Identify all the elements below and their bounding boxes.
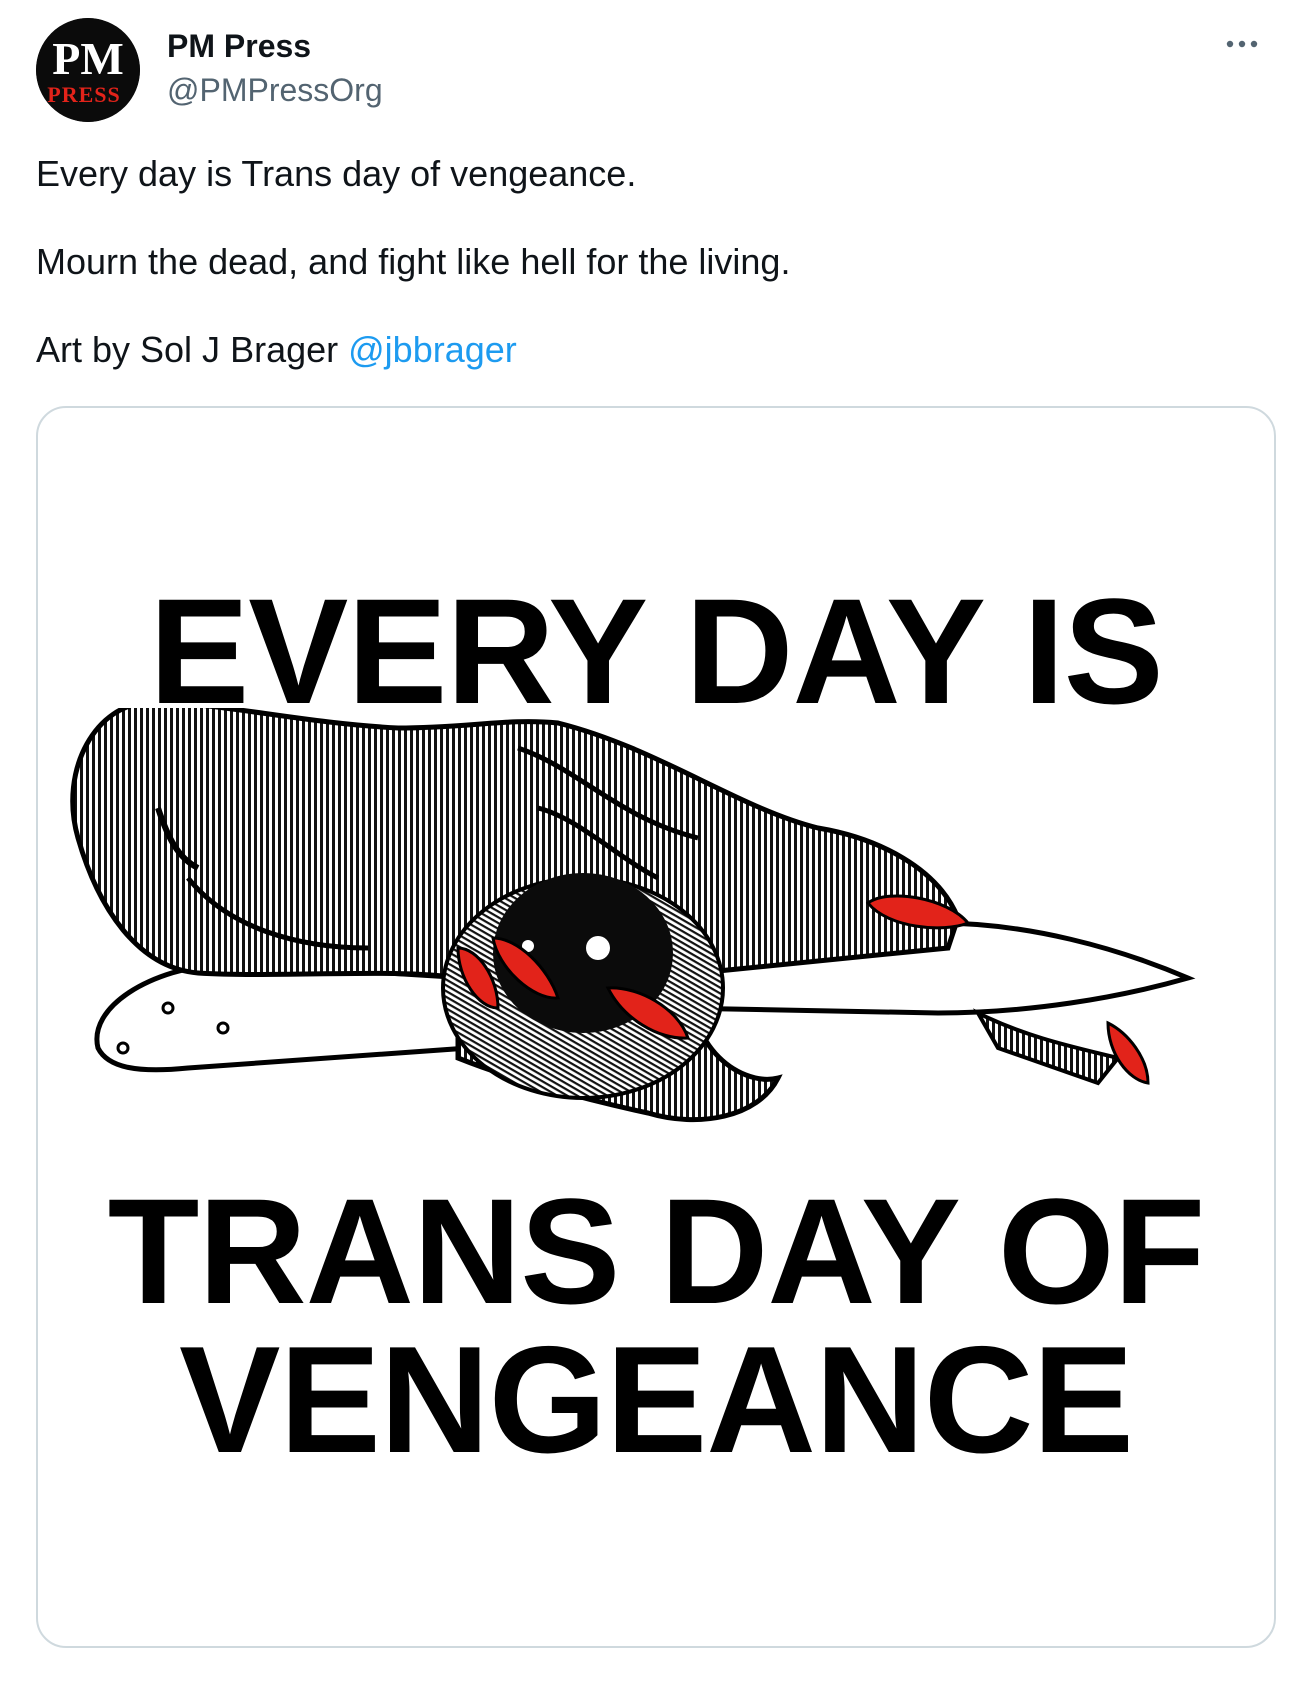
tweet-paragraph: Art by Sol J Brager @jbbrager bbox=[36, 328, 1266, 372]
tweet-image[interactable]: EVERY DAY IS TRANS DAY OF VENGEANCE bbox=[36, 406, 1276, 1648]
avatar-logo-text: PM bbox=[52, 33, 124, 84]
display-name[interactable]: PM Press bbox=[167, 26, 383, 66]
poster-headline-middle: TRANS DAY OF bbox=[107, 1167, 1206, 1335]
avatar[interactable]: PM PRESS bbox=[36, 18, 140, 122]
pm-press-logo-icon: PM PRESS bbox=[36, 18, 140, 122]
author-block: PM Press @PMPressOrg bbox=[167, 26, 383, 110]
more-options-button[interactable] bbox=[1218, 26, 1266, 66]
mention-link[interactable]: @jbbrager bbox=[348, 329, 517, 370]
tweet-paragraph: Mourn the dead, and fight like hell for … bbox=[36, 241, 791, 282]
poster-headline-top: EVERY DAY IS bbox=[149, 567, 1164, 735]
tweet-card: PM PRESS PM Press @PMPressOrg Every day … bbox=[0, 0, 1304, 1682]
credit-text: Art by Sol J Brager bbox=[36, 329, 349, 370]
user-handle[interactable]: @PMPressOrg bbox=[167, 70, 383, 110]
tweet-text: Every day is Trans day of vengeance. Mou… bbox=[36, 152, 1266, 416]
tweet-paragraph: Every day is Trans day of vengeance. bbox=[36, 153, 637, 194]
avatar-logo-subtext: PRESS bbox=[47, 82, 120, 107]
poster-headline-bottom: VENGEANCE bbox=[179, 1315, 1134, 1485]
more-horizontal-icon bbox=[1226, 40, 1258, 48]
hand-holding-knife-illustration bbox=[70, 708, 1196, 1123]
